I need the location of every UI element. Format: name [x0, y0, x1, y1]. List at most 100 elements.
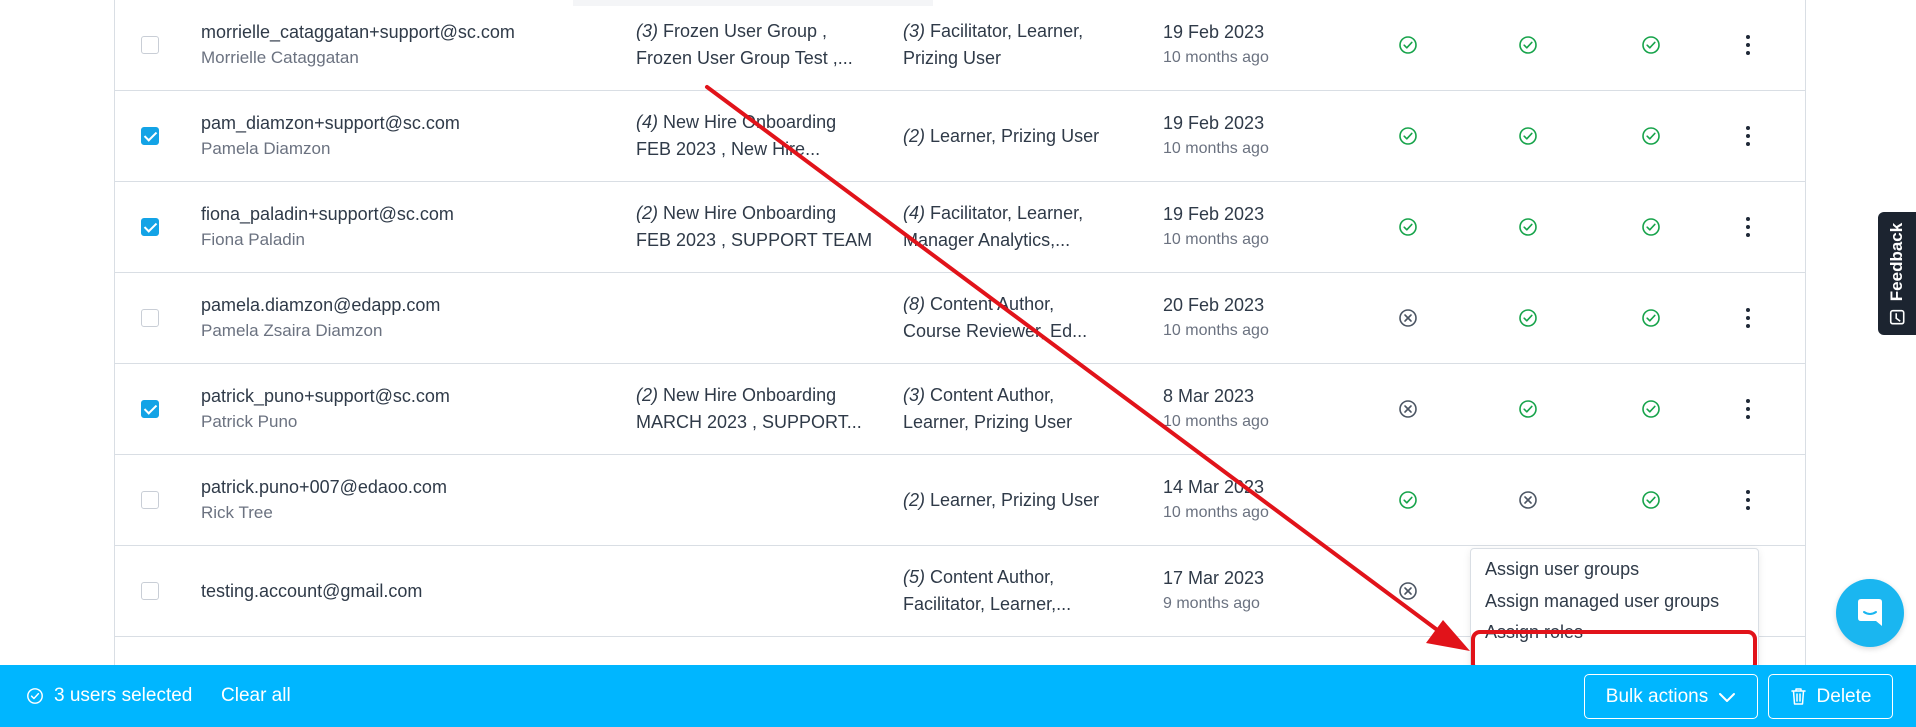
row-checkbox[interactable] — [141, 582, 159, 600]
groups-text-line2: Frozen User Group Test ,... — [636, 48, 853, 68]
chat-bubble-icon — [1858, 599, 1882, 626]
kebab-menu-icon[interactable] — [1738, 213, 1758, 241]
feedback-tab[interactable]: Feedback — [1878, 212, 1916, 335]
status-cell — [1394, 364, 1422, 454]
check-circle-icon — [1519, 400, 1537, 418]
status-cell — [1514, 364, 1542, 454]
status-cell — [1637, 0, 1665, 90]
date-added: 20 Feb 2023 — [1163, 295, 1265, 315]
status-cell — [1394, 546, 1422, 636]
user-name: Pamela Diamzon — [201, 139, 331, 158]
status-cell — [1637, 273, 1665, 363]
user-roles-line: (2) Learner, Prizing User — [903, 123, 1153, 150]
groups-text: Frozen User Group , — [658, 21, 828, 41]
groups-count: (3) — [636, 21, 658, 41]
roles-text: Facilitator, Learner, — [925, 21, 1084, 41]
status-cell — [1394, 273, 1422, 363]
check-circle-icon — [1399, 218, 1417, 236]
user-roles-line: (5) Content Author, — [903, 564, 1153, 591]
bulk-actions-button[interactable]: Bulk actions — [1584, 674, 1758, 719]
user-roles-line: (3) Facilitator, Learner, — [903, 18, 1153, 45]
roles-count: (3) — [903, 21, 925, 41]
relative-time: 10 months ago — [1163, 231, 1269, 248]
status-cell — [1514, 91, 1542, 181]
selected-count-label: 3 users selected — [54, 685, 193, 706]
status-cell — [1514, 0, 1542, 90]
date-added: 8 Mar 2023 — [1163, 386, 1255, 406]
roles-text: Learner, Prizing User — [925, 489, 1100, 510]
table-row[interactable]: patrick.puno+007@edaoo.com Rick Tree (2)… — [115, 455, 1805, 546]
groups-text-line2: FEB 2023 , New Hire... — [636, 139, 821, 159]
check-circle-icon — [1399, 127, 1417, 145]
groups-text: New Hire Onboarding — [658, 385, 837, 405]
menu-item-assign-roles[interactable]: Assign roles — [1485, 622, 1583, 643]
roles-text: Learner, Prizing User — [925, 125, 1100, 146]
date-added: 19 Feb 2023 — [1163, 22, 1265, 42]
chat-button[interactable] — [1836, 579, 1904, 647]
kebab-menu-icon[interactable] — [1738, 486, 1758, 514]
user-name: Rick Tree — [201, 503, 273, 522]
clear-all-link[interactable]: Clear all — [221, 665, 291, 727]
x-circle-icon — [1399, 400, 1417, 418]
user-groups-line: (2) New Hire Onboarding — [636, 200, 886, 227]
check-circle-icon — [1642, 127, 1660, 145]
delete-button[interactable]: Delete — [1768, 674, 1893, 719]
roles-text-line2: Prizing User — [903, 48, 1002, 68]
user-groups-line: (2) New Hire Onboarding — [636, 382, 886, 409]
check-circle-icon — [1519, 36, 1537, 54]
user-name: Morrielle Cataggatan — [201, 48, 359, 67]
check-circle-icon — [1399, 491, 1417, 509]
status-cell — [1394, 637, 1422, 665]
row-checkbox[interactable] — [141, 218, 159, 236]
row-checkbox[interactable] — [141, 491, 159, 509]
status-cell — [1637, 182, 1665, 272]
status-cell — [1394, 0, 1422, 90]
chevron-down-icon — [1719, 692, 1736, 702]
menu-item-assign-user-groups[interactable]: Assign user groups — [1485, 559, 1639, 580]
check-circle-icon — [1519, 218, 1537, 236]
relative-time: 10 months ago — [1163, 322, 1269, 339]
user-roles-line: (3) Content Author, — [903, 382, 1153, 409]
check-circle-icon — [1519, 127, 1537, 145]
check-circle-icon — [1642, 36, 1660, 54]
row-checkbox[interactable] — [141, 36, 159, 54]
status-cell — [1514, 273, 1542, 363]
relative-time: 10 months ago — [1163, 504, 1269, 521]
kebab-menu-icon[interactable] — [1738, 395, 1758, 423]
table-row[interactable]: pamela.diamzon@edapp.com Pamela Zsaira D… — [115, 273, 1805, 364]
trash-icon — [1790, 688, 1806, 705]
row-checkbox[interactable] — [141, 400, 159, 418]
roles-text-line2: Learner, Prizing User — [903, 412, 1073, 432]
relative-time: 9 months ago — [1163, 595, 1260, 612]
kebab-menu-icon[interactable] — [1738, 304, 1758, 332]
menu-item-assign-managed-user-groups[interactable]: Assign managed user groups — [1485, 591, 1719, 612]
relative-time: 10 months ago — [1163, 413, 1269, 430]
table-row[interactable]: morrielle_cataggatan+support@sc.com Morr… — [115, 0, 1805, 91]
user-email: pam_diamzon+support@sc.com — [201, 113, 460, 133]
table-row[interactable]: fiona_paladin+support@sc.com Fiona Palad… — [115, 182, 1805, 273]
row-checkbox[interactable] — [141, 127, 159, 145]
row-checkbox[interactable] — [141, 309, 159, 327]
kebab-menu-icon[interactable] — [1738, 122, 1758, 150]
roles-count: (3) — [903, 385, 925, 405]
status-cell — [1394, 455, 1422, 545]
date-added: 14 Mar 2023 — [1163, 477, 1265, 497]
feedback-icon — [1889, 309, 1905, 325]
user-email: patrick.puno+007@edaoo.com — [201, 477, 447, 497]
roles-text-line2: Manager Analytics,... — [903, 230, 1071, 250]
groups-text: New Hire Onboarding — [658, 112, 837, 132]
user-name: Fiona Paladin — [201, 230, 305, 249]
status-cell — [1514, 182, 1542, 272]
date-added: 19 Feb 2023 — [1163, 113, 1265, 133]
kebab-menu-icon[interactable] — [1738, 31, 1758, 59]
bulk-actions-menu: Assign user groups Assign managed user g… — [1470, 548, 1759, 676]
roles-count: (2) — [903, 125, 925, 146]
table-row[interactable]: pam_diamzon+support@sc.com Pamela Diamzo… — [115, 91, 1805, 182]
table-row[interactable]: patrick_puno+support@sc.com Patrick Puno… — [115, 364, 1805, 455]
groups-count: (2) — [636, 203, 658, 223]
check-circle-icon — [1519, 309, 1537, 327]
user-roles-line: (8) Content Author, — [903, 291, 1153, 318]
roles-count: (5) — [903, 567, 925, 587]
check-circle-icon — [27, 688, 43, 704]
status-cell — [1514, 455, 1542, 545]
